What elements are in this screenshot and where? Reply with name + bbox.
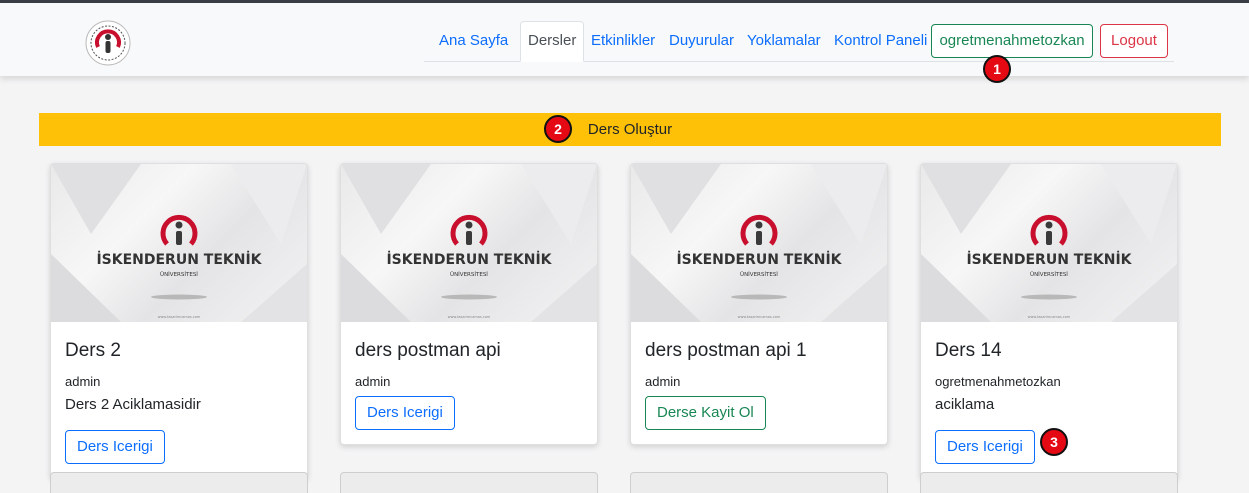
course-title: Ders 14	[935, 340, 1002, 361]
course-card-image: İSKENDERUN TEKNİK ÜNİVERSİTESİ www.tasar…	[51, 164, 307, 322]
course-author: admin	[355, 374, 391, 389]
brand-website: www.tasarimcamas.com	[158, 315, 201, 319]
brand-sub: ÜNİVERSİTESİ	[450, 271, 488, 278]
brand-website: www.tasarimcamas.com	[738, 315, 781, 319]
logout-button[interactable]: Logout	[1100, 24, 1168, 58]
nav-link-dersler[interactable]: Dersler	[520, 21, 585, 62]
course-card-image: İSKENDERUN TEKNİK ÜNİVERSİTESİ www.tasar…	[631, 164, 887, 322]
brand-website: www.tasarimcamas.com	[448, 315, 491, 319]
create-course-button[interactable]: Ders Oluştur	[39, 113, 1221, 146]
course-card: İSKENDERUN TEKNİK ÜNİVERSİTESİ www.tasar…	[340, 163, 598, 445]
course-description: aciklama	[935, 396, 995, 413]
nav-link-etkinlikler[interactable]: Etkinlikler	[591, 21, 655, 61]
course-content-button[interactable]: Ders Icerigi	[65, 430, 165, 464]
brand-sub: ÜNİVERSİTESİ	[160, 271, 198, 278]
course-content-button[interactable]: Ders Icerigi	[355, 396, 455, 430]
course-author: admin	[645, 374, 681, 389]
course-title: ders postman api 1	[645, 340, 807, 361]
course-card-partial	[340, 472, 598, 493]
course-card: İSKENDERUN TEKNİK ÜNİVERSİTESİ www.tasar…	[50, 163, 308, 479]
course-author: admin	[65, 374, 101, 389]
annotation-marker-3: 3	[1040, 428, 1068, 456]
nav-link-yoklamalar[interactable]: Yoklamalar	[747, 21, 821, 61]
course-title: ders postman api	[355, 340, 501, 361]
brand-name: İSKENDERUN TEKNİK	[966, 251, 1132, 268]
course-card-partial	[630, 472, 888, 493]
course-title: Ders 2	[65, 340, 121, 361]
course-card-image: İSKENDERUN TEKNİK ÜNİVERSİTESİ www.tasar…	[921, 164, 1177, 322]
annotation-marker-2: 2	[544, 115, 572, 143]
user-profile-button[interactable]: ogretmenahmetozkan	[931, 24, 1093, 58]
top-navbar: Ana Sayfa Dersler Etkinlikler Duyurular …	[0, 3, 1249, 76]
course-content-button[interactable]: Ders Icerigi	[935, 430, 1035, 464]
course-author: ogretmenahmetozkan	[935, 374, 1061, 389]
course-card-body: ders postman api 1 admin Derse Kayit Ol	[631, 322, 887, 444]
course-card-body: ders postman api admin Ders Icerigi	[341, 322, 597, 444]
nav-link-duyurular[interactable]: Duyurular	[669, 21, 734, 61]
course-card-partial	[920, 472, 1178, 493]
annotation-marker-1: 1	[983, 55, 1011, 83]
course-card-partial	[50, 472, 308, 493]
enroll-course-button[interactable]: Derse Kayit Ol	[645, 396, 766, 430]
course-card-body: Ders 2 admin Ders 2 Aciklamasidir Ders I…	[51, 322, 307, 478]
brand-name: İSKENDERUN TEKNİK	[96, 251, 262, 268]
course-card-image: İSKENDERUN TEKNİK ÜNİVERSİTESİ www.tasar…	[341, 164, 597, 322]
nav-link-ana-sayfa[interactable]: Ana Sayfa	[439, 21, 508, 61]
brand-sub: ÜNİVERSİTESİ	[740, 271, 778, 278]
brand-name: İSKENDERUN TEKNİK	[676, 251, 842, 268]
course-description: Ders 2 Aciklamasidir	[65, 396, 201, 413]
create-course-label: Ders Oluştur	[587, 121, 673, 138]
brand-website: www.tasarimcamas.com	[1028, 315, 1071, 319]
course-card: İSKENDERUN TEKNİK ÜNİVERSİTESİ www.tasar…	[630, 163, 888, 445]
university-logo[interactable]	[84, 19, 132, 67]
brand-name: İSKENDERUN TEKNİK	[386, 251, 552, 268]
nav-link-kontrol-paneli[interactable]: Kontrol Paneli	[834, 21, 927, 61]
brand-sub: ÜNİVERSİTESİ	[1030, 271, 1068, 278]
